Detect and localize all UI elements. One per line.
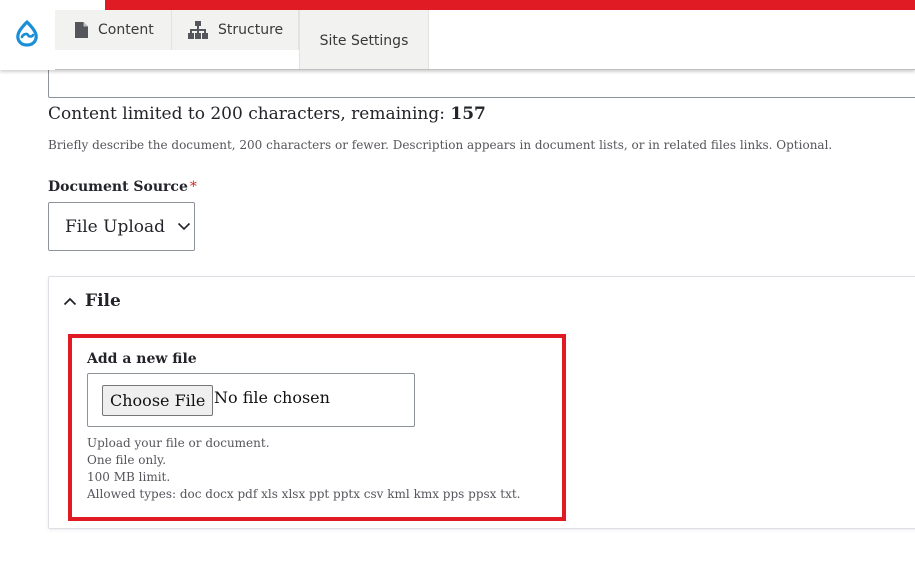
drupal-drop-icon bbox=[16, 20, 38, 47]
no-file-chosen-text: No file chosen bbox=[214, 388, 330, 407]
document-source-label: Document Source * bbox=[48, 179, 197, 195]
home-button[interactable] bbox=[0, 0, 55, 70]
help-line: 100 MB limit. bbox=[87, 470, 171, 484]
description-help-text: Briefly describe the document, 200 chara… bbox=[48, 138, 833, 152]
file-help-text: Upload your file or document. One file o… bbox=[87, 435, 520, 503]
document-source-select[interactable]: File Upload bbox=[48, 202, 195, 251]
document-icon bbox=[75, 22, 88, 38]
help-line: One file only. bbox=[87, 453, 167, 467]
character-counter: Content limited to 200 characters, remai… bbox=[48, 104, 486, 124]
choose-file-button[interactable]: Choose File bbox=[102, 385, 214, 416]
environment-indicator-bar bbox=[105, 0, 915, 10]
file-section-title: File bbox=[85, 291, 121, 311]
required-marker: * bbox=[189, 179, 197, 195]
tab-site-settings[interactable]: Site Settings bbox=[299, 10, 429, 69]
file-section-summary[interactable]: File bbox=[63, 291, 121, 311]
tab-content[interactable]: Content bbox=[55, 10, 172, 50]
counter-text: Content limited to 200 characters, remai… bbox=[48, 104, 451, 124]
tab-content-label: Content bbox=[98, 22, 154, 38]
chevron-up-icon bbox=[63, 297, 77, 306]
sitemap-icon bbox=[188, 21, 208, 39]
tab-structure-label: Structure bbox=[218, 22, 284, 38]
help-line: Allowed types: doc docx pdf xls xlsx ppt… bbox=[87, 487, 521, 501]
document-source-label-text: Document Source bbox=[48, 179, 188, 195]
tab-site-settings-label: Site Settings bbox=[319, 32, 409, 49]
counter-remaining: 157 bbox=[450, 104, 486, 124]
document-source-selected: File Upload bbox=[65, 216, 166, 237]
add-new-file-label: Add a new file bbox=[87, 351, 197, 367]
file-upload-field[interactable]: Choose File No file chosen bbox=[87, 373, 415, 427]
chevron-down-icon bbox=[177, 222, 191, 231]
admin-toolbar: Content Structure Site Settings bbox=[0, 0, 915, 70]
tab-structure[interactable]: Structure bbox=[172, 10, 299, 50]
help-line: Upload your file or document. bbox=[87, 436, 270, 450]
